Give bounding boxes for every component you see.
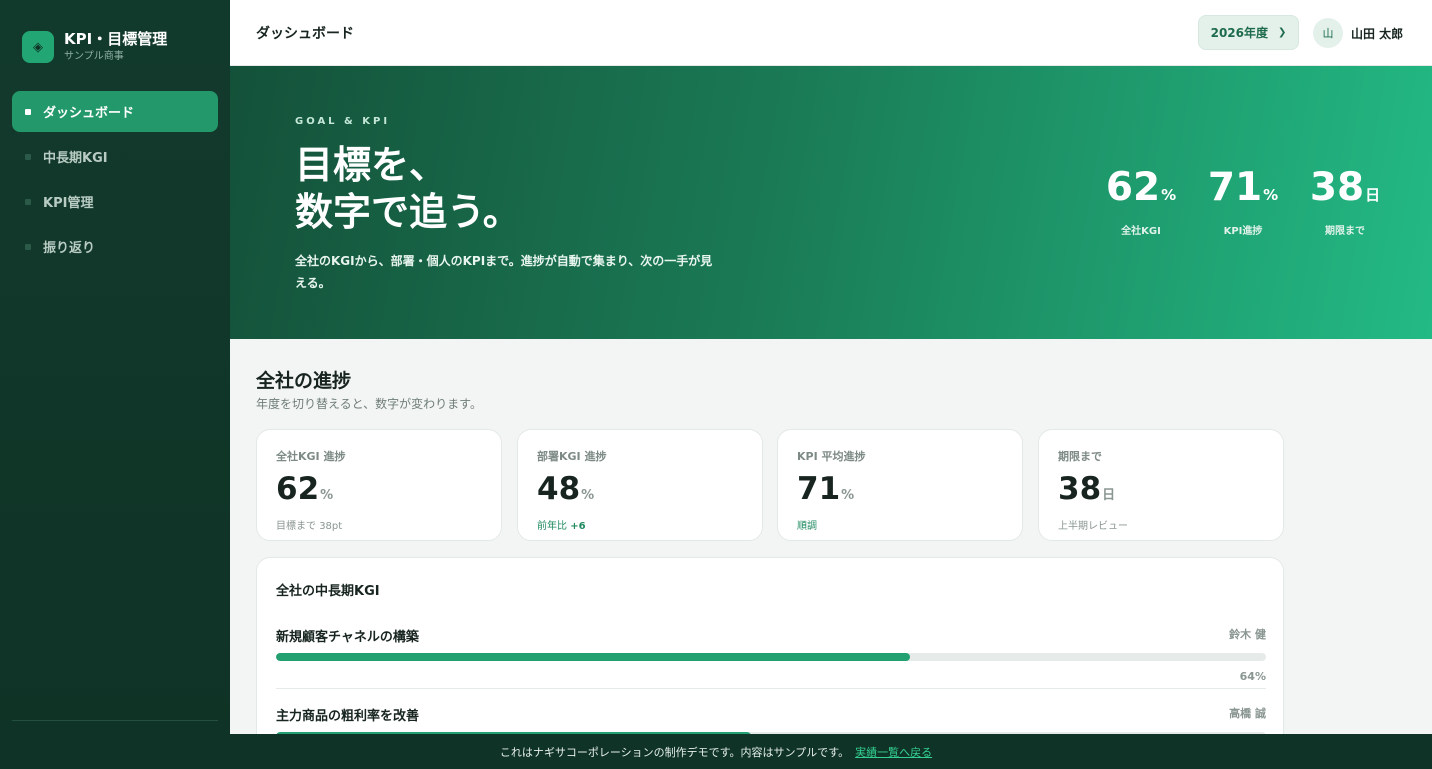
hero-stat-unit: % (1161, 186, 1177, 204)
nav-bullet-icon (25, 153, 31, 160)
hero-stat-deadline: 38日 期限まで (1294, 165, 1396, 238)
hero-eyebrow: GOAL & KPI (295, 116, 391, 127)
kpi-card-note: 上半期レビュー (1058, 517, 1264, 532)
brand[interactable]: ◈ KPI・目標管理 サンプル商事 (22, 30, 167, 64)
avatar[interactable]: 山 (1313, 18, 1343, 48)
sidebar-item-review[interactable]: 振り返り (12, 226, 218, 267)
user-name[interactable]: 山田 太郎 (1351, 25, 1403, 42)
sidebar-item-label: 振り返り (43, 241, 96, 256)
kpi-card-value: 38 (1058, 471, 1102, 507)
back-to-works-link[interactable]: 実績一覧へ戻る (855, 744, 932, 760)
kpi-card-label: KPI 平均進捗 (797, 450, 866, 463)
sidebar: ◈ KPI・目標管理 サンプル商事 ダッシュボード 中長期KGI KPI管理 振… (0, 0, 230, 769)
kpi-card-value: 48 (537, 471, 581, 507)
kpi-card-unit: % (841, 488, 855, 503)
nav-bullet-icon (25, 198, 31, 205)
kgi-card-title: 全社の中長期KGI (276, 584, 380, 599)
hero-banner: GOAL & KPI 目標を、 数字で追う。 全社のKGIから、部署・個人のKP… (230, 66, 1432, 339)
footer-text: これはナギサコーポレーションの制作デモです。内容はサンプルです。 (499, 745, 850, 759)
kgi-owner: 高橋 誠 (1229, 707, 1266, 720)
kpi-card-kpi-average: KPI 平均進捗 71% 順調 (777, 429, 1023, 541)
sidebar-item-label: 中長期KGI (43, 151, 108, 166)
hero-stat-unit: 日 (1365, 186, 1381, 204)
hero-stat-unit: % (1263, 186, 1279, 204)
hero-stat-label: 全社KGI (1121, 226, 1161, 237)
kpi-card-label: 部署KGI 進捗 (537, 450, 607, 463)
kpi-card-company-kgi: 全社KGI 進捗 62% 目標まで 38pt (256, 429, 502, 541)
hero-stat-kpi: 71% KPI進捗 (1192, 165, 1294, 238)
kgi-progress-track (276, 653, 1266, 661)
kpi-card-dept-kgi: 部署KGI 進捗 48% 前年比 +6 (517, 429, 763, 541)
hero-stats: 62% 全社KGI 71% KPI進捗 38日 期限まで (1090, 165, 1396, 238)
year-select[interactable]: 2026年度 ❯ (1198, 15, 1299, 50)
demo-footer-bar: これはナギサコーポレーションの制作デモです。内容はサンプルです。 実績一覧へ戻る (0, 734, 1432, 769)
kpi-card-unit: % (320, 488, 334, 503)
kgi-owner: 鈴木 健 (1229, 628, 1266, 641)
hero-stat-label: KPI進捗 (1223, 226, 1263, 237)
brand-logo-icon: ◈ (22, 31, 54, 63)
hero-stat-value: 38 (1309, 165, 1365, 210)
section-title: 全社の進捗 (256, 370, 352, 392)
sidebar-item-kgi[interactable]: 中長期KGI (12, 136, 218, 177)
kgi-name: 新規顧客チャネルの構築 (276, 630, 419, 645)
kpi-card-unit: % (581, 488, 595, 503)
kpi-card-note: 目標まで 38pt (276, 517, 482, 532)
hero-title: 目標を、 数字で追う。 (295, 142, 521, 236)
kpi-card-note-prefix: 順調 (797, 521, 817, 532)
hero-stat-value: 71 (1207, 165, 1263, 210)
sidebar-item-label: ダッシュボード (43, 106, 135, 121)
hero-title-line1: 目標を、 (295, 143, 448, 187)
topbar: ダッシュボード 2026年度 ❯ 山 山田 太郎 (230, 0, 1432, 66)
kgi-name: 主力商品の粗利率を改善 (276, 709, 420, 724)
hero-stat-value: 62 (1105, 165, 1161, 210)
kpi-card-value: 71 (797, 471, 841, 507)
sidebar-item-dashboard[interactable]: ダッシュボード (12, 91, 218, 132)
brand-title: KPI・目標管理 (64, 30, 168, 48)
sidebar-nav: ダッシュボード 中長期KGI KPI管理 振り返り (12, 91, 218, 271)
kpi-card-label: 全社KGI 進捗 (276, 450, 346, 463)
hero-stat-label: 期限まで (1325, 226, 1365, 237)
kgi-progress-fill (276, 653, 910, 661)
kpi-card-note-prefix: 目標まで (276, 521, 316, 532)
kpi-card-label: 期限まで (1058, 450, 1102, 463)
brand-subtitle: サンプル商事 (64, 51, 124, 62)
nav-bullet-icon (25, 243, 31, 250)
kpi-card-note: 順調 (797, 517, 1003, 532)
hero-description: 全社のKGIから、部署・個人のKPIまで。進捗が自動で集まり、次の一手が見える。 (295, 254, 713, 290)
kpi-card-note-prefix: 上半期レビュー (1058, 521, 1128, 532)
kgi-divider (276, 688, 1266, 689)
sidebar-divider (12, 720, 218, 721)
kpi-card-note-value: +6 (570, 521, 586, 532)
hero-title-line2: 数字で追う。 (295, 190, 521, 234)
sidebar-item-kpi[interactable]: KPI管理 (12, 181, 218, 222)
sidebar-item-label: KPI管理 (43, 196, 94, 211)
kpi-card-note-value: 38pt (319, 521, 343, 532)
kpi-card-note-prefix: 前年比 (537, 521, 567, 532)
kgi-progress-percent: 64% (1239, 670, 1266, 683)
year-select-value: 2026年度 (1210, 26, 1268, 40)
page-title: ダッシュボード (256, 26, 354, 42)
kpi-card-note: 前年比 +6 (537, 517, 743, 532)
hero-stat-kgi: 62% 全社KGI (1090, 165, 1192, 238)
kpi-card-deadline: 期限まで 38日 上半期レビュー (1038, 429, 1284, 541)
chevron-down-icon: ❯ (1278, 27, 1287, 38)
kpi-card-unit: 日 (1102, 488, 1116, 503)
kpi-card-value: 62 (276, 471, 320, 507)
section-subtitle: 年度を切り替えると、数字が変わります。 (256, 397, 482, 411)
nav-bullet-icon (25, 108, 31, 115)
